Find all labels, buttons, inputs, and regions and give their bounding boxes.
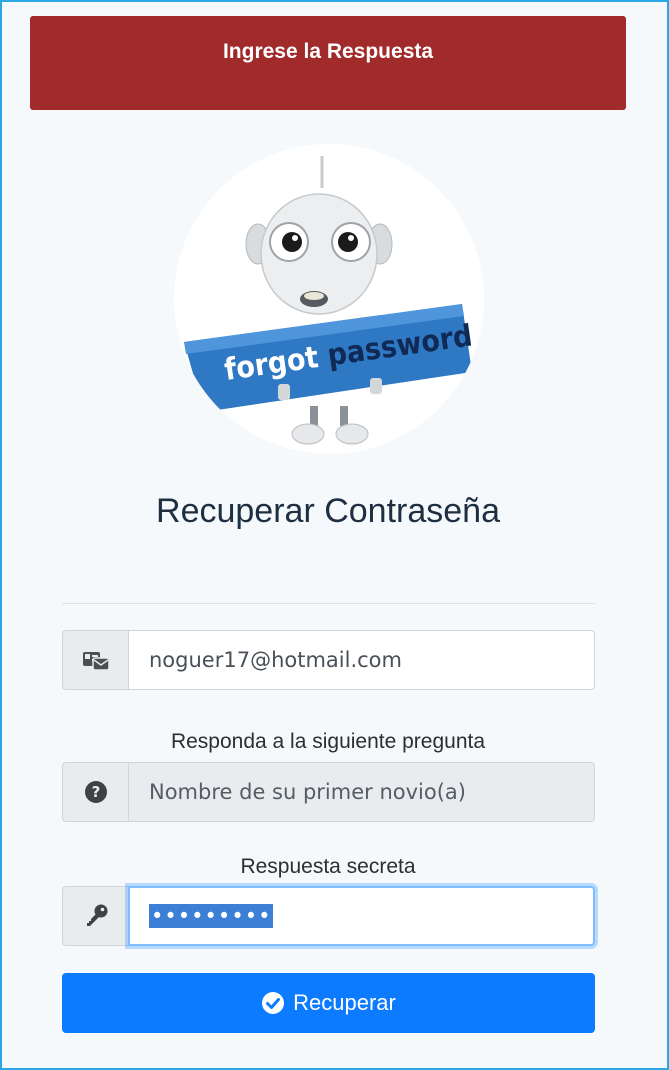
recuperar-label: Recuperar <box>293 990 396 1015</box>
page-title: Recuperar Contraseña <box>156 492 500 530</box>
header-banner: Ingrese la Respuesta <box>30 16 626 110</box>
question-addon: ? <box>62 762 128 822</box>
question-value: Nombre de su primer novio(a) <box>149 780 466 804</box>
answer-input-group: ••••••••• <box>62 886 595 946</box>
email-addon <box>62 630 128 690</box>
robot-illustration: forgot password <box>184 156 474 445</box>
id-card-icon <box>82 652 110 671</box>
forgot-password-illustration: forgot password <box>174 144 484 454</box>
page-frame: Ingrese la Respuesta forgot password Rec… <box>0 0 669 1070</box>
answer-addon <box>62 886 128 946</box>
recuperar-button[interactable]: Recuperar <box>62 973 595 1033</box>
header-title: Ingrese la Respuesta <box>222 40 434 63</box>
answer-label: Respuesta secreta <box>240 855 416 878</box>
question-label: Responda a la siguiente pregunta <box>170 730 486 753</box>
secret-answer-input[interactable]: ••••••••• <box>128 886 595 946</box>
divider <box>62 603 595 604</box>
check-circle-icon <box>262 992 285 1014</box>
question-input-group: ? Nombre de su primer novio(a) <box>62 762 595 822</box>
email-field[interactable]: noguer17@hotmail.com <box>128 630 595 690</box>
key-icon <box>86 904 107 926</box>
masked-answer: ••••••••• <box>149 904 274 928</box>
email-input-group: noguer17@hotmail.com <box>62 630 595 690</box>
question-circle-icon: ? <box>84 781 107 803</box>
question-field: Nombre de su primer novio(a) <box>128 762 595 822</box>
email-value: noguer17@hotmail.com <box>149 648 402 672</box>
svg-text:?: ? <box>91 783 100 801</box>
